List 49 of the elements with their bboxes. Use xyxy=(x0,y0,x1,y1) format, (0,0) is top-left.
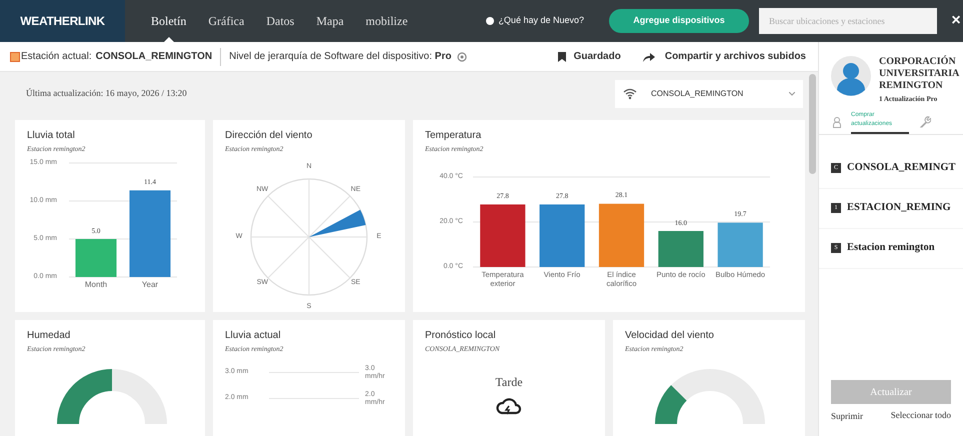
widget-title: Lluvia total xyxy=(27,129,76,143)
last-update-text: Última actualización: 16 mayo, 2026 / 13:20 xyxy=(26,87,187,100)
avatar-icon xyxy=(831,56,871,96)
widget-title: Temperatura xyxy=(425,129,482,143)
tier-text: Nivel de jerarquía de Software del dispositivo: Pro xyxy=(229,50,452,64)
bar xyxy=(75,238,117,276)
caret-icon xyxy=(789,92,795,96)
close-button[interactable]: × xyxy=(949,13,963,29)
station-name: CONSOLA_REMINGTON xyxy=(96,50,212,64)
nav-tab[interactable]: mobilize xyxy=(366,0,408,42)
nav-tab[interactable]: Mapa xyxy=(316,0,344,42)
bookmark-icon xyxy=(558,52,566,62)
logo[interactable]: WEATHERLINK xyxy=(0,0,125,42)
category-label: Year xyxy=(140,280,160,288)
station-label: Estación actual: xyxy=(21,50,92,64)
select-all-link[interactable]: Seleccionar todo xyxy=(889,410,951,420)
station-list-item[interactable]: Estacion remington xyxy=(847,240,935,256)
share-icon xyxy=(642,52,655,62)
delete-link[interactable]: Suprimir xyxy=(831,410,864,424)
wrench-icon xyxy=(919,116,931,128)
bar xyxy=(598,203,644,266)
share-button[interactable]: Compartir y archivos subidos xyxy=(642,49,806,64)
widget-title: Dirección del viento xyxy=(225,129,314,143)
widget-title: Velocidad del viento xyxy=(625,329,715,343)
nav-tab[interactable]: Gráfica xyxy=(208,0,244,42)
station-list-item[interactable]: CONSOLA_REMINGT xyxy=(847,160,956,176)
wind-wedge xyxy=(309,209,366,236)
station-list-item[interactable]: ESTACION_REMING xyxy=(847,200,951,216)
widget-title: Lluvia actual xyxy=(225,329,282,343)
device-dropdown[interactable]: CONSOLA_REMINGTON xyxy=(615,80,803,108)
widget-title: Pronóstico local xyxy=(425,329,497,343)
person-icon xyxy=(833,116,841,128)
whats-new-link[interactable]: ¿Qué hay de Nuevo? xyxy=(498,14,584,28)
forecast-period: Tarde xyxy=(494,374,524,390)
scrollbar[interactable] xyxy=(808,74,816,174)
wifi-icon xyxy=(623,88,637,100)
widget-title: Humedad xyxy=(27,329,72,343)
organization-name: CORPORACIÓN UNIVERSITARIA REMINGTON xyxy=(879,56,960,92)
bar xyxy=(718,222,763,266)
settings-icon xyxy=(457,52,468,62)
info-icon xyxy=(486,17,494,25)
bar xyxy=(480,204,526,266)
saved-button[interactable]: Guardado xyxy=(558,49,621,64)
bar xyxy=(540,204,585,266)
station-icon xyxy=(10,52,20,62)
category-label: Month xyxy=(84,280,108,288)
nav-tab[interactable]: Datos xyxy=(266,0,294,42)
bar xyxy=(658,230,704,266)
search-field[interactable]: Buscar ubicaciones y estaciones xyxy=(759,8,937,34)
